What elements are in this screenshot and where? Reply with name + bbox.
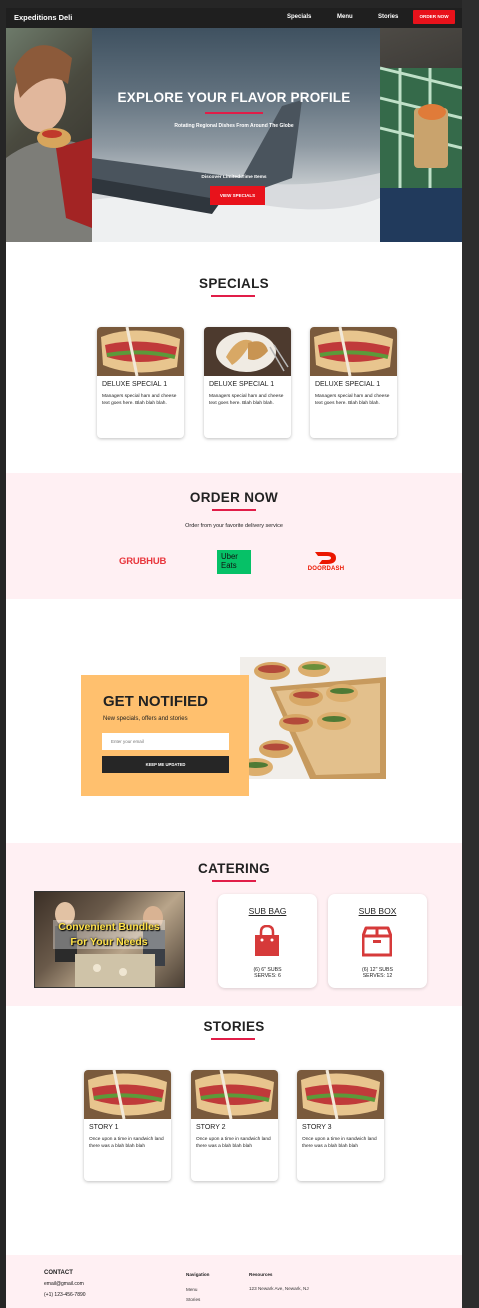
grubhub-logo[interactable]: GRUBHUB — [119, 556, 166, 567]
catering-photo-caption: Convenient Bundles For Your Needs — [53, 920, 165, 949]
story-card[interactable]: STORY 3 Once upon a time in sandwich lan… — [297, 1070, 384, 1181]
footer-phone[interactable]: (+1) 123-456-7890 — [44, 1292, 86, 1298]
newsletter-signup-box: GET NOTIFIED New specials, offers and st… — [81, 675, 249, 796]
footer-resources-heading: Resources — [249, 1272, 273, 1277]
stories-heading: STORIES — [203, 1019, 265, 1034]
newsletter-title: GET NOTIFIED — [103, 693, 208, 710]
sub-bag-detail-serves: SERVES: 6 — [254, 973, 281, 979]
sub-box-details: (6) 12" SUBS SERVES: 12 — [328, 967, 427, 979]
special-card[interactable]: DELUXE SPECIAL 1 Managers special ham an… — [310, 327, 397, 438]
story-card-text: Once upon a time in sandwich land there … — [89, 1137, 164, 1149]
hero-photo-left — [6, 28, 92, 242]
sandwich-photo — [97, 327, 184, 377]
catering-heading-underline — [212, 880, 256, 882]
story-card-title: STORY 2 — [196, 1124, 226, 1131]
specials-heading-underline — [211, 295, 255, 297]
keep-me-updated-button[interactable]: KEEP ME UPDATED — [102, 756, 229, 773]
footer-navigation-heading: Navigation — [186, 1272, 210, 1277]
special-card-title: DELUXE SPECIAL 1 — [315, 381, 381, 388]
email-input[interactable] — [102, 733, 229, 750]
catering-photo: Convenient Bundles For Your Needs — [34, 891, 185, 988]
hero-photo-sky — [92, 28, 380, 242]
special-card[interactable]: DELUXE SPECIAL 1 Managers special ham an… — [97, 327, 184, 438]
story-card-text: Once upon a time in sandwich land there … — [196, 1137, 271, 1149]
special-card[interactable]: DELUXE SPECIAL 1 Managers special ham an… — [204, 327, 291, 438]
sub-box-detail-serves: SERVES: 12 — [362, 973, 393, 979]
top-nav: Expeditions Deli Specials Menu Stories O… — [6, 8, 462, 28]
footer-link-stories[interactable]: Stories — [186, 1297, 200, 1302]
special-card-title: DELUXE SPECIAL 1 — [209, 381, 275, 388]
hero-title: EXPLORE YOUR FLAVOR PROFILE — [117, 90, 351, 105]
box-icon — [362, 926, 392, 957]
sandwich-photo — [297, 1070, 384, 1120]
shopping-bag-icon — [255, 925, 279, 956]
footer-address: 123 Newark Ave, Newark, NJ — [249, 1286, 309, 1291]
story-card[interactable]: STORY 1 Once upon a time in sandwich lan… — [84, 1070, 171, 1181]
order-now-button[interactable]: ORDER NOW — [413, 10, 455, 24]
special-card-text: Managers special ham and cheese text goe… — [102, 394, 177, 406]
page: Expeditions Deli Specials Menu Stories O… — [6, 8, 462, 1308]
story-card-title: STORY 1 — [89, 1124, 119, 1131]
specials-heading: SPECIALS — [199, 276, 269, 291]
sub-box-card[interactable]: SUB BOX (6) 12" SUBS SERVES: 12 — [328, 894, 427, 988]
sub-bag-title: SUB BAG — [248, 906, 287, 916]
view-specials-button[interactable]: VIEW SPECIALS — [210, 186, 265, 205]
nav-link-stories[interactable]: Stories — [378, 14, 398, 20]
sandwich-photo — [84, 1070, 171, 1120]
story-card-text: Once upon a time in sandwich land there … — [302, 1137, 377, 1149]
order-now-heading: ORDER NOW — [189, 490, 279, 505]
story-card[interactable]: STORY 2 Once upon a time in sandwich lan… — [191, 1070, 278, 1181]
nav-link-specials[interactable]: Specials — [287, 14, 311, 20]
brand-logo[interactable]: Expeditions Deli — [14, 13, 72, 22]
sandwich-platter-photo — [240, 657, 386, 779]
hero-banner: EXPLORE YOUR FLAVOR PROFILE Rotating Reg… — [6, 28, 462, 242]
hero-photo-right — [379, 28, 462, 242]
footer-contact-heading: CONTACT — [44, 1270, 73, 1276]
order-now-description: Order from your favorite delivery servic… — [185, 523, 283, 529]
special-card-text: Managers special ham and cheese text goe… — [209, 394, 284, 406]
sub-bag-details: (6) 6" SUBS SERVES: 6 — [218, 967, 317, 979]
special-card-text: Managers special ham and cheese text goe… — [315, 394, 390, 406]
footer: CONTACT email@gmail.com (+1) 123-456-789… — [6, 1255, 462, 1308]
sandwich-photo — [310, 327, 397, 377]
window-edge — [462, 0, 479, 1308]
doordash-logo[interactable]: DOORDASH — [301, 550, 351, 574]
doordash-icon — [315, 552, 336, 564]
sub-box-title: SUB BOX — [358, 906, 397, 916]
story-card-title: STORY 3 — [302, 1124, 332, 1131]
sandwich-photo — [191, 1070, 278, 1120]
catering-heading: CATERING — [198, 861, 270, 876]
doordash-label: DOORDASH — [307, 566, 345, 572]
special-card-title: DELUXE SPECIAL 1 — [102, 381, 168, 388]
newsletter-subtitle: New specials, offers and stories — [103, 716, 188, 722]
order-now-heading-underline — [212, 509, 256, 511]
nav-link-menu[interactable]: Menu — [337, 14, 353, 20]
stories-heading-underline — [211, 1038, 255, 1040]
footer-email[interactable]: email@gmail.com — [44, 1281, 84, 1287]
ubereats-logo[interactable]: Uber Eats — [217, 550, 251, 574]
hero-discover-text: Discover Limited-Time Items — [201, 175, 267, 180]
sub-bag-card[interactable]: SUB BAG (6) 6" SUBS SERVES: 6 — [218, 894, 317, 988]
footer-link-menu[interactable]: Menu — [186, 1287, 198, 1292]
hero-title-underline — [205, 112, 263, 114]
hero-subtitle: Rotating Regional Dishes From Around The… — [174, 123, 294, 129]
sandwich-photo — [204, 327, 291, 376]
